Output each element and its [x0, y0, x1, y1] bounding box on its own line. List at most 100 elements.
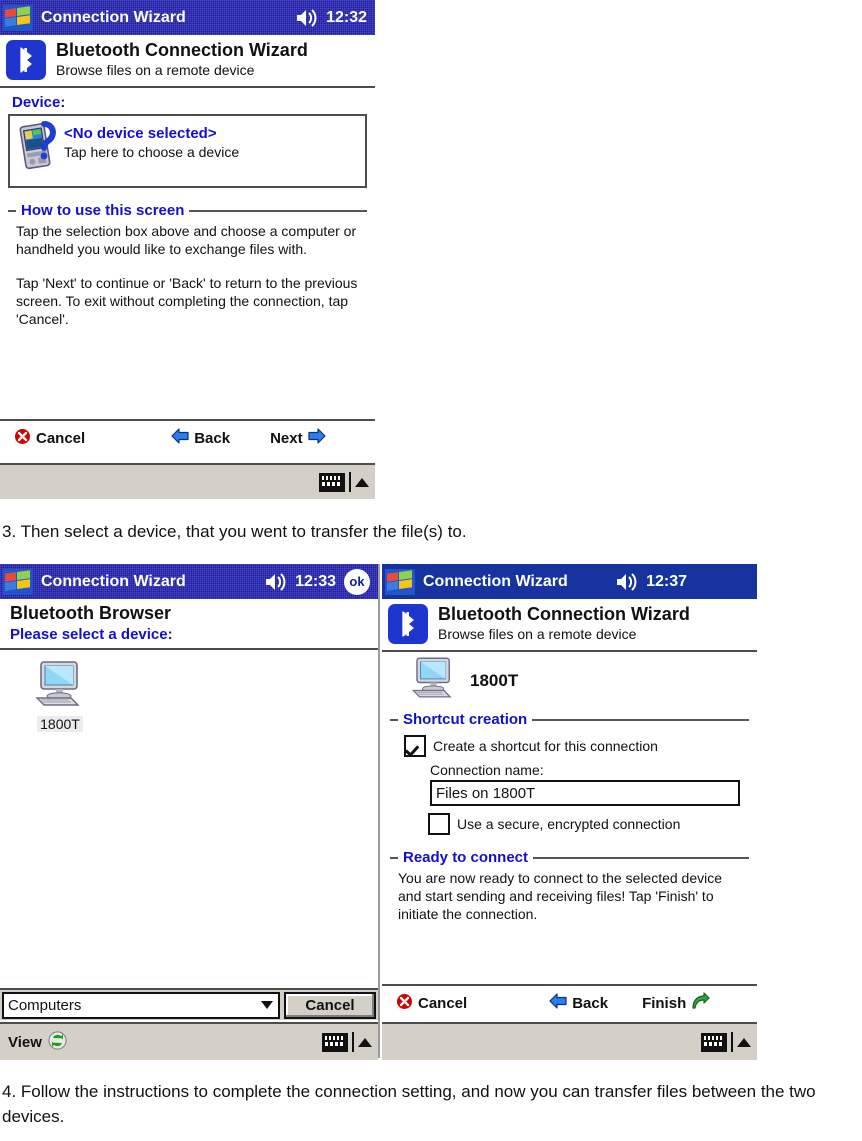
clock: 12:37: [646, 572, 687, 590]
legend-rule: [189, 209, 367, 212]
group-legend: How to use this screen: [8, 202, 367, 219]
secure-connection-label: Use a secure, encrypted connection: [457, 816, 681, 832]
divider: [352, 1032, 354, 1052]
group-body: You are now ready to connect to the sele…: [390, 866, 749, 924]
legend-rule: [533, 856, 749, 859]
chevron-up-icon[interactable]: [358, 1037, 372, 1047]
group-legend: Ready to connect: [390, 849, 749, 866]
bluetooth-icon: [6, 40, 46, 80]
taskbar: [382, 1022, 757, 1060]
secure-connection-checkbox[interactable]: [428, 813, 450, 835]
screenshot-connection-wizard-device: Connection Wizard 12:32 Bluetooth Connec…: [0, 0, 375, 499]
finish-label: Finish: [642, 994, 687, 1012]
titlebar-title: Connection Wizard: [41, 8, 186, 26]
group-legend-text: Shortcut creation: [403, 711, 528, 728]
group-body: Create a shortcut for this connection Co…: [390, 728, 749, 835]
chevron-up-icon[interactable]: [737, 1037, 751, 1047]
connection-name-input[interactable]: Files on 1800T: [430, 780, 740, 806]
secure-connection-checkbox-row[interactable]: Use a secure, encrypted connection: [428, 813, 749, 835]
ok-button[interactable]: ok: [344, 568, 370, 595]
handheld-device-icon: [14, 120, 58, 172]
windows-flag-icon[interactable]: [385, 568, 415, 595]
group-legend-text: Ready to connect: [403, 849, 529, 866]
create-shortcut-label: Create a shortcut for this connection: [433, 738, 658, 754]
wizard-header: Bluetooth Connection Wizard Browse files…: [0, 35, 375, 88]
device-type-select[interactable]: Computers: [2, 991, 280, 1019]
group-legend: Shortcut creation: [390, 711, 749, 728]
create-shortcut-checkbox-row[interactable]: Create a shortcut for this connection: [404, 735, 749, 757]
cancel-x-icon: [14, 427, 31, 449]
titlebar: Connection Wizard 12:33 ok: [0, 564, 378, 599]
device-selector[interactable]: <No device selected> Tap here to choose …: [8, 114, 367, 188]
clock: 12:33: [295, 572, 336, 590]
cancel-button[interactable]: Cancel: [396, 992, 468, 1014]
back-button[interactable]: Back: [171, 428, 230, 448]
selected-device-name: 1800T: [470, 670, 519, 690]
command-bar: Cancel Back Next: [0, 419, 375, 455]
arrow-left-icon: [549, 993, 567, 1013]
wizard-body: 1800T Shortcut creation Create a shortcu…: [382, 652, 757, 924]
view-menu[interactable]: View: [8, 1030, 67, 1054]
list-item-label: 1800T: [37, 715, 83, 732]
filter-bar: Computers Cancel: [0, 988, 378, 1020]
cancel-button[interactable]: Cancel: [284, 991, 376, 1019]
ready-to-connect-group: Ready to connect You are now ready to co…: [390, 849, 749, 924]
titlebar-title: Connection Wizard: [423, 572, 568, 590]
wizard-body: Device: <No device selected> Tap here to…: [0, 94, 375, 329]
wizard-header: Bluetooth Connection Wizard Browse files…: [382, 599, 757, 652]
keyboard-icon[interactable]: [319, 472, 345, 492]
arrow-left-icon: [171, 428, 189, 448]
keyboard-icon[interactable]: [322, 1032, 348, 1052]
header-title: Bluetooth Connection Wizard: [56, 40, 308, 61]
back-label: Back: [572, 994, 609, 1012]
chevron-up-icon[interactable]: [355, 477, 369, 487]
cancel-x-icon: [396, 992, 413, 1014]
header-subtitle: Browse files on a remote device: [56, 62, 255, 79]
legend-rule: [532, 718, 749, 721]
list-item[interactable]: 1800T: [14, 660, 106, 732]
legend-dash: [390, 856, 398, 859]
group-legend-text: How to use this screen: [21, 202, 185, 219]
device-hint: Tap here to choose a device: [64, 144, 240, 161]
ready-paragraph: You are now ready to connect to the sele…: [398, 870, 723, 922]
help-paragraph-2: Tap 'Next' to continue or 'Back' to retu…: [16, 274, 358, 327]
next-label: Next: [270, 429, 303, 447]
bluetooth-icon: [388, 604, 428, 644]
divider: [349, 472, 351, 492]
windows-flag-icon[interactable]: [3, 4, 33, 31]
back-button[interactable]: Back: [549, 993, 608, 1013]
speaker-icon[interactable]: [265, 572, 287, 591]
cancel-label: Cancel: [418, 994, 468, 1012]
clock: 12:32: [326, 8, 367, 26]
arrow-right-icon: [307, 428, 326, 448]
titlebar-title: Connection Wizard: [41, 572, 186, 590]
taskbar: [0, 463, 375, 499]
next-button[interactable]: Next: [270, 428, 326, 448]
speaker-icon[interactable]: [296, 8, 318, 27]
connection-name-label: Connection name:: [430, 762, 544, 778]
desktop-computer-icon: [31, 660, 89, 713]
titlebar: Connection Wizard 12:37: [382, 564, 757, 599]
shortcut-creation-group: Shortcut creation Create a shortcut for …: [390, 711, 749, 835]
cancel-button[interactable]: Cancel: [14, 427, 85, 449]
legend-dash: [8, 209, 16, 212]
keyboard-icon[interactable]: [701, 1032, 727, 1052]
windows-flag-icon[interactable]: [3, 568, 33, 595]
arrow-curved-right-icon: [691, 992, 710, 1014]
finish-button[interactable]: Finish: [642, 992, 710, 1014]
connection-name-value: Files on 1800T: [436, 784, 536, 802]
chevron-down-icon[interactable]: [261, 1001, 273, 1009]
back-label: Back: [194, 429, 231, 447]
divider: [731, 1032, 733, 1052]
header-subtitle: Browse files on a remote device: [438, 626, 637, 643]
create-shortcut-checkbox[interactable]: [404, 735, 426, 757]
selected-device: 1800T: [390, 652, 749, 705]
refresh-icon[interactable]: [48, 1030, 67, 1054]
desktop-computer-icon: [408, 656, 460, 705]
document-page: Connection Wizard 12:32 Bluetooth Connec…: [0, 0, 862, 1141]
help-paragraph-1: Tap the selection box above and choose a…: [16, 223, 357, 257]
speaker-icon[interactable]: [616, 572, 638, 591]
taskbar: View: [0, 1022, 378, 1060]
how-to-use-group: How to use this screen Tap the selection…: [8, 202, 367, 329]
screenshot-connection-wizard-finish: Connection Wizard 12:37 Bluetooth Connec…: [382, 564, 757, 1060]
